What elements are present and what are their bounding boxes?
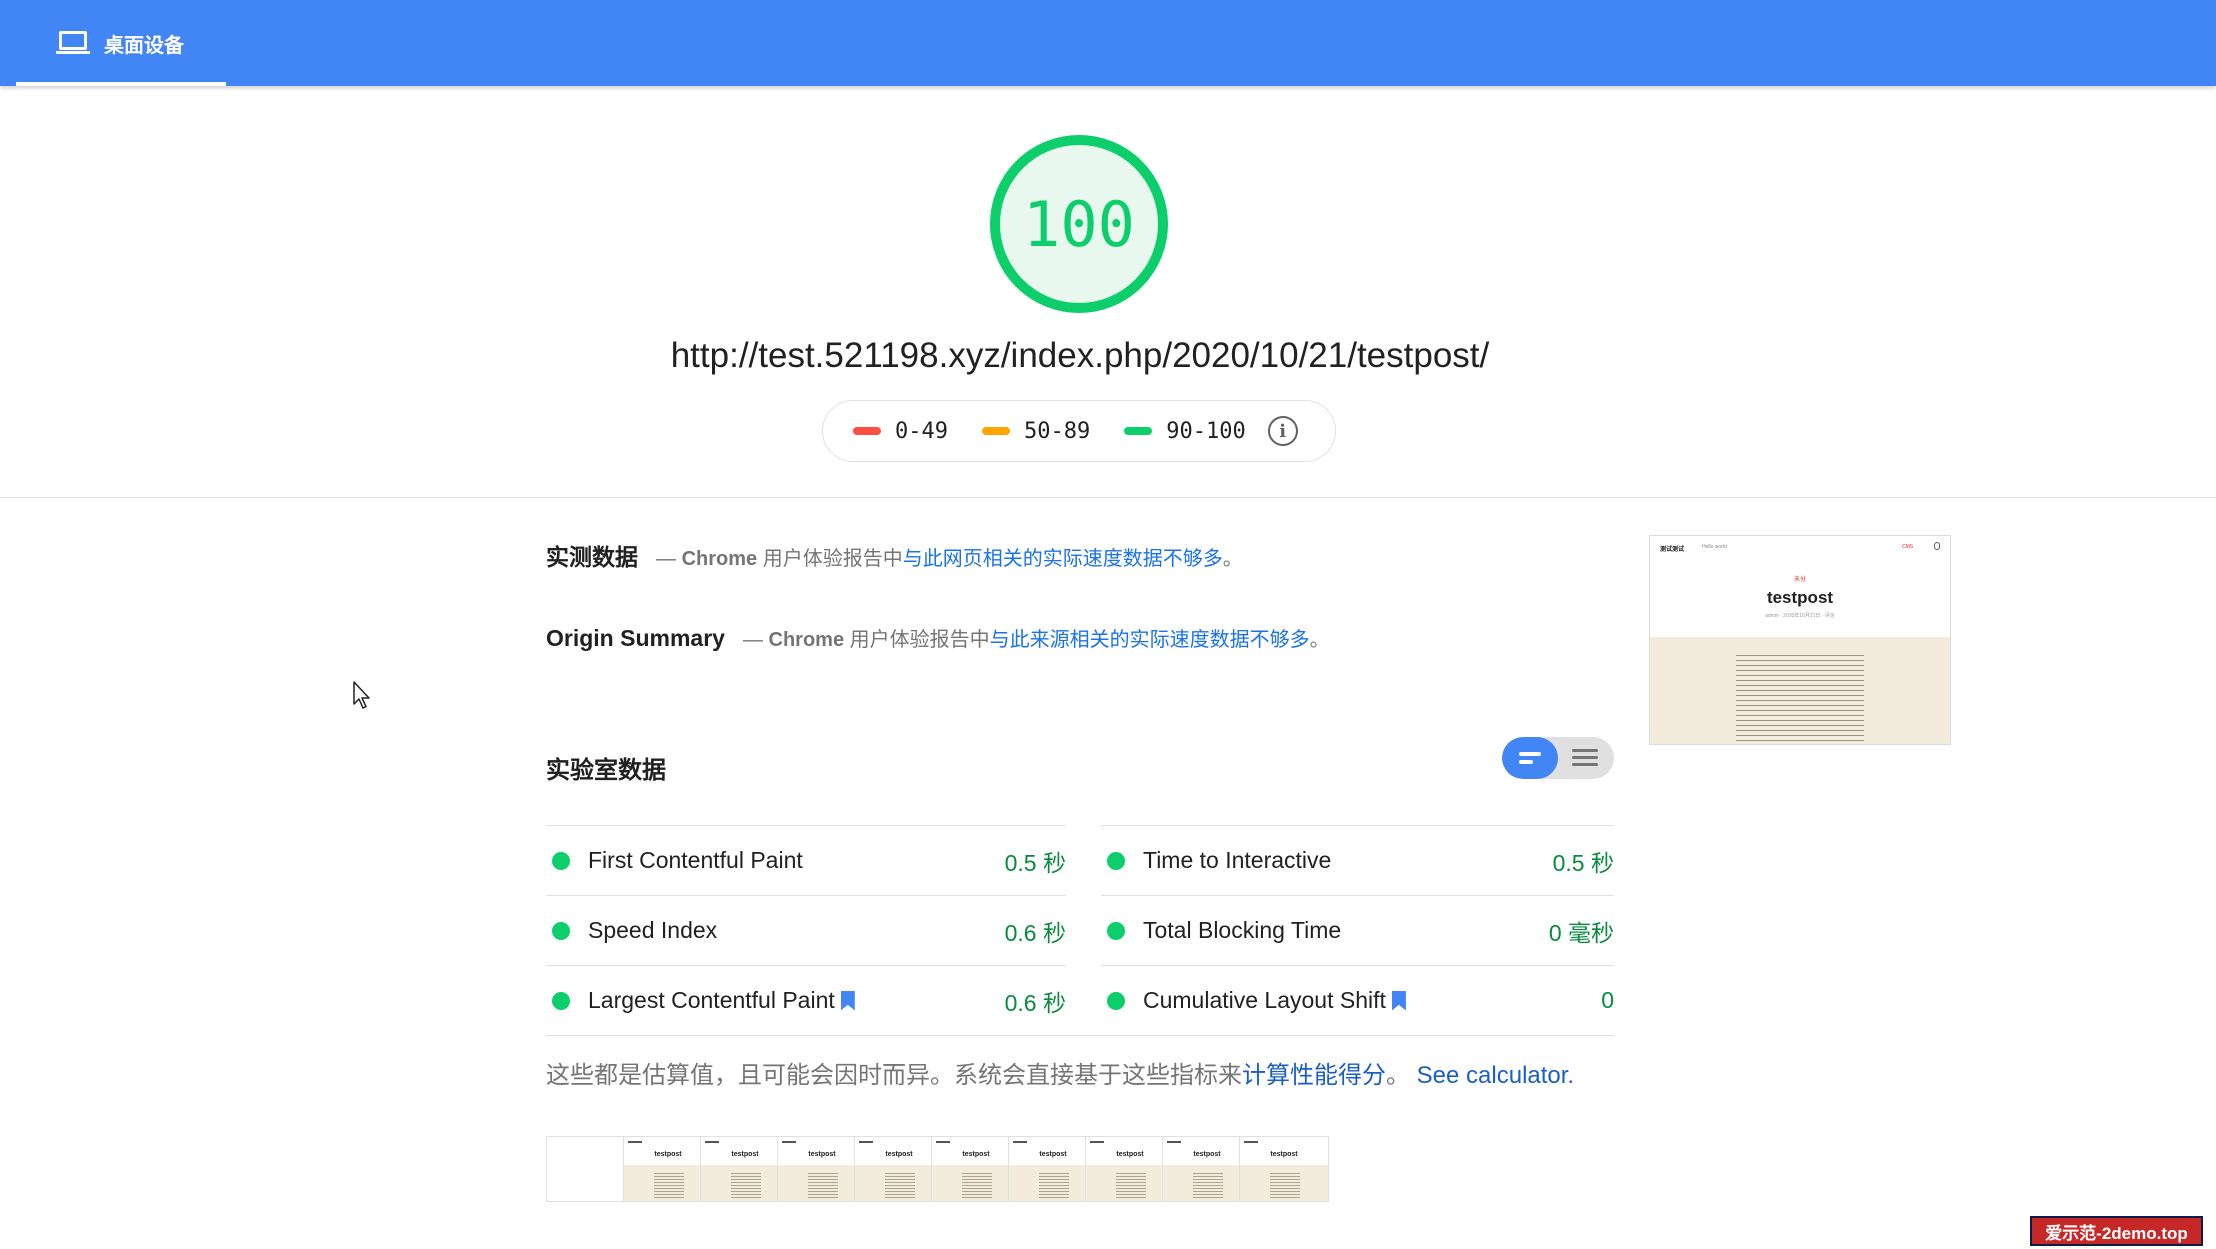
filmstrip-frame-title: testpost	[885, 1151, 913, 1158]
compact-view-button[interactable]	[1502, 737, 1558, 779]
field-data-end: 。	[1222, 548, 1243, 570]
metric-value: 0.6 秒	[1004, 919, 1066, 946]
field-data-text: 用户体验报告中	[762, 548, 903, 570]
mouse-cursor-icon	[353, 681, 370, 709]
filmstrip-frame-title: testpost	[1039, 1151, 1067, 1158]
performance-score: 100	[1023, 187, 1135, 261]
metric-name: Speed Index	[588, 917, 718, 943]
screenshot-nav-red: CMS	[1902, 544, 1914, 550]
info-icon[interactable]: i	[1267, 416, 1298, 446]
screenshot-site-name: 测试测试	[1660, 547, 1685, 553]
origin-summary-link[interactable]: 与此来源相关的实际速度数据不够多	[990, 629, 1310, 651]
pass-status-dot	[552, 991, 570, 1010]
legend-label-average: 50-89	[1023, 418, 1091, 444]
tab-desktop-label: 桌面设备	[104, 34, 184, 57]
metric-value: 0 毫秒	[1548, 919, 1614, 946]
filmstrip-frame: testpost	[1239, 1136, 1329, 1202]
origin-summary-title: Origin Summary	[546, 625, 725, 651]
bookmark-icon	[1391, 990, 1406, 1011]
metric-value: 0.5 秒	[1004, 849, 1066, 876]
origin-summary-end: 。	[1309, 629, 1330, 651]
filmstrip-frame-title: testpost	[962, 1151, 990, 1158]
metric-value: 0.5 秒	[1552, 849, 1614, 876]
screenshot-meta: admin · 2020年10月21日 · 评论	[1765, 613, 1835, 619]
final-screenshot-thumbnail[interactable]: 测试测试 Hello world CMS 未分 testpost admin ·…	[1649, 535, 1951, 745]
legend-swatch-pass	[1124, 427, 1153, 435]
field-data-title: 实测数据	[546, 544, 638, 570]
pass-status-dot	[552, 921, 570, 940]
legend-item-average: 50-89	[981, 418, 1091, 444]
metric-name: Cumulative Layout Shift	[1143, 987, 1386, 1013]
page-url: http://test.521198.xyz/index.php/2020/10…	[670, 336, 1490, 375]
filmstrip-frame-title: testpost	[731, 1151, 759, 1158]
filmstrip-frame-title: testpost	[1116, 1151, 1144, 1158]
note-mid: 。	[1386, 1062, 1410, 1089]
metric-speed-index: Speed Index 0.6 秒	[546, 895, 1066, 965]
metric-cumulative-layout-shift: Cumulative Layout Shift 0	[1101, 965, 1614, 1035]
screenshot-user-icon	[1934, 542, 1940, 550]
metric-name: First Contentful Paint	[588, 847, 803, 873]
pass-status-dot	[552, 851, 570, 870]
field-data-source: Chrome	[681, 548, 758, 570]
metric-largest-contentful-paint: Largest Contentful Paint 0.6 秒	[546, 965, 1066, 1035]
metric-first-contentful-paint: First Contentful Paint 0.5 秒	[546, 825, 1066, 895]
filmstrip-frame-title: testpost	[654, 1151, 682, 1158]
estimate-note: 这些都是估算值，且可能会因时而异。系统会直接基于这些指标来计算性能得分。 See…	[546, 1055, 1574, 1090]
pass-status-dot	[1107, 991, 1125, 1010]
tab-desktop[interactable]: 桌面设备	[16, 0, 226, 86]
origin-summary-row: Origin Summary — Chrome 用户体验报告中与此来源相关的实际速…	[546, 623, 1330, 652]
origin-summary-text: 用户体验报告中	[849, 629, 990, 651]
filmstrip-frame-title: testpost	[1270, 1151, 1298, 1158]
screenshot-text-lines	[1736, 651, 1864, 744]
tab-active-indicator	[16, 82, 226, 86]
metrics-view-toggle[interactable]	[1502, 737, 1614, 779]
performance-score-gauge: 100	[988, 133, 1170, 315]
origin-summary-dash: —	[742, 629, 763, 651]
field-data-row: 实测数据 — Chrome 用户体验报告中与此网页相关的实际速度数据不够多。	[546, 538, 1243, 572]
score-calculation-link[interactable]: 计算性能得分	[1242, 1062, 1386, 1089]
screenshot-category: 未分	[1793, 577, 1806, 583]
pass-status-dot	[1107, 921, 1125, 940]
filmstrip-frame-title: testpost	[1193, 1151, 1221, 1158]
metric-name: Total Blocking Time	[1143, 917, 1342, 943]
field-data-link[interactable]: 与此网页相关的实际速度数据不够多	[903, 548, 1223, 570]
note-text: 这些都是估算值，且可能会因时而异。系统会直接基于这些指标来	[546, 1062, 1242, 1089]
legend-item-pass: 90-100	[1124, 418, 1246, 444]
lab-data-title: 实验室数据	[546, 757, 666, 784]
origin-summary-source: Chrome	[768, 629, 845, 651]
metric-value: 0	[1601, 987, 1614, 1013]
site-watermark: 爱示范-2demo.top	[2030, 1216, 2203, 1246]
metrics-bottom-border	[546, 1035, 1614, 1036]
pass-status-dot	[1107, 851, 1125, 870]
legend-label-pass: 90-100	[1166, 418, 1246, 444]
metric-total-blocking-time: Total Blocking Time 0 毫秒	[1101, 895, 1614, 965]
legend-label-fail: 0-49	[895, 418, 948, 444]
field-data-dash: —	[656, 548, 676, 570]
bookmark-icon	[840, 990, 855, 1011]
metric-time-to-interactive: Time to Interactive 0.5 秒	[1101, 825, 1614, 895]
metric-value: 0.6 秒	[1004, 989, 1066, 1016]
expanded-view-button[interactable]	[1558, 737, 1614, 779]
laptop-icon	[56, 30, 90, 56]
legend-swatch-fail	[853, 427, 881, 435]
see-calculator-link[interactable]: See calculator.	[1417, 1062, 1574, 1089]
metric-name: Largest Contentful Paint	[588, 987, 835, 1013]
metric-name: Time to Interactive	[1143, 847, 1332, 873]
filmstrip-frame-title: testpost	[808, 1151, 836, 1158]
section-divider	[0, 497, 2216, 498]
screenshot-title: testpost	[1766, 588, 1834, 607]
top-bar: 桌面设备	[0, 0, 2216, 86]
legend-item-fail: 0-49	[853, 419, 948, 444]
screenshot-nav-text: Hello world	[1702, 544, 1727, 550]
score-legend: 0-49 50-89 90-100 i	[822, 400, 1336, 462]
legend-swatch-average	[981, 427, 1010, 435]
